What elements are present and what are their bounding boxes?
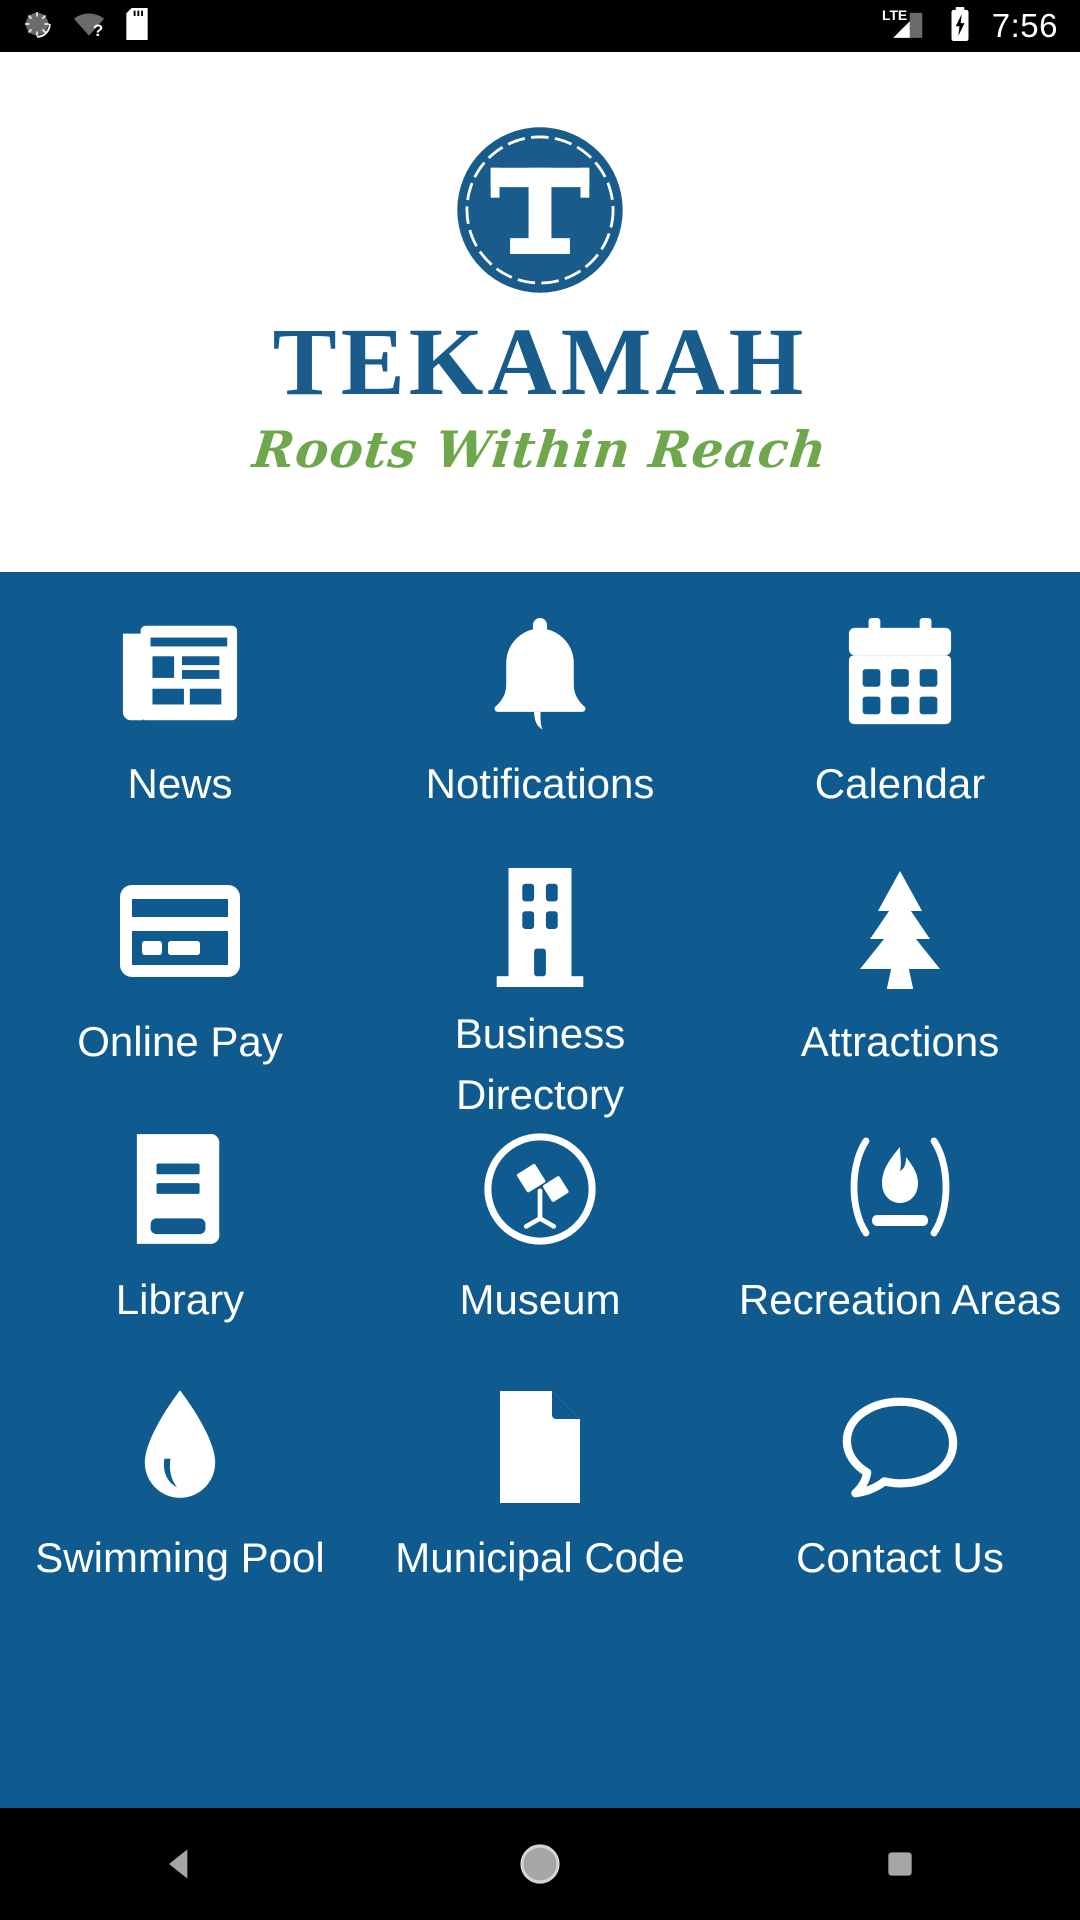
tile-attractions[interactable]: Attractions — [720, 852, 1080, 1110]
tile-label: Museum — [459, 1276, 621, 1323]
tile-swimming-pool[interactable]: Swimming Pool — [0, 1368, 360, 1626]
tile-contact-us[interactable]: Contact Us — [720, 1368, 1080, 1626]
sd-card-icon — [126, 7, 148, 45]
campfire-icon — [835, 1124, 965, 1254]
tile-business-directory[interactable]: Business Directory — [360, 852, 720, 1118]
water-drop-icon — [115, 1382, 245, 1512]
tile-label: Contact Us — [796, 1534, 1004, 1581]
tile-label: Recreation Areas — [738, 1276, 1062, 1323]
tile-municipal-code[interactable]: Municipal Code — [360, 1368, 720, 1626]
back-button[interactable] — [120, 1808, 240, 1920]
lte-signal-icon: LTE — [882, 6, 932, 46]
tile-calendar[interactable]: Calendar — [720, 594, 1080, 852]
tile-library[interactable]: Library — [0, 1110, 360, 1368]
home-button[interactable] — [480, 1808, 600, 1920]
tile-label: Swimming Pool — [35, 1534, 325, 1581]
recents-button[interactable] — [840, 1808, 960, 1920]
app-logo-header: TEKAMAH Roots Within Reach — [0, 52, 1080, 572]
pine-tree-icon — [835, 866, 965, 996]
svg-text:?: ? — [93, 20, 103, 38]
sync-spinner-icon — [22, 9, 52, 44]
status-bar-clock: 7:56 — [991, 7, 1058, 44]
tile-label: Notifications — [425, 760, 655, 807]
tile-label: Library — [115, 1276, 245, 1323]
speech-bubble-icon — [835, 1382, 965, 1512]
tile-news[interactable]: News — [0, 594, 360, 852]
status-bar-right-icons: LTE 7:56 — [882, 6, 1058, 46]
tile-online-pay[interactable]: Online Pay — [0, 852, 360, 1110]
office-building-icon — [475, 866, 605, 988]
battery-charging-icon — [948, 6, 972, 46]
document-icon — [475, 1382, 605, 1512]
tekamah-monogram-logo-icon — [452, 122, 628, 298]
svg-text:LTE: LTE — [882, 7, 907, 23]
tile-label: Attractions — [800, 1018, 1000, 1065]
tile-notifications[interactable]: Notifications — [360, 594, 720, 852]
book-icon — [115, 1124, 245, 1254]
menu-tile-grid: News Notifications Calendar Online Pay B… — [0, 572, 1080, 1860]
calendar-icon — [835, 608, 965, 738]
tile-label: News — [127, 760, 233, 807]
status-bar-left-icons: ? — [22, 7, 148, 45]
app-wordmark: TEKAMAH — [272, 308, 808, 415]
telescope-circle-icon — [475, 1124, 605, 1254]
wifi-unknown-icon: ? — [72, 9, 106, 44]
status-bar: ? LTE 7:56 — [0, 0, 1080, 52]
tile-recreation-areas[interactable]: Recreation Areas — [720, 1110, 1080, 1368]
tile-label: Calendar — [814, 760, 986, 807]
android-navigation-bar — [0, 1808, 1080, 1920]
credit-card-icon — [115, 866, 245, 996]
tile-label: Municipal Code — [395, 1534, 685, 1581]
tile-label: Online Pay — [77, 1018, 283, 1065]
tile-label: Business Directory — [454, 1010, 626, 1118]
tile-museum[interactable]: Museum — [360, 1110, 720, 1368]
newspaper-icon — [115, 608, 245, 738]
app-tagline: Roots Within Reach — [249, 420, 831, 479]
bell-icon — [475, 608, 605, 738]
